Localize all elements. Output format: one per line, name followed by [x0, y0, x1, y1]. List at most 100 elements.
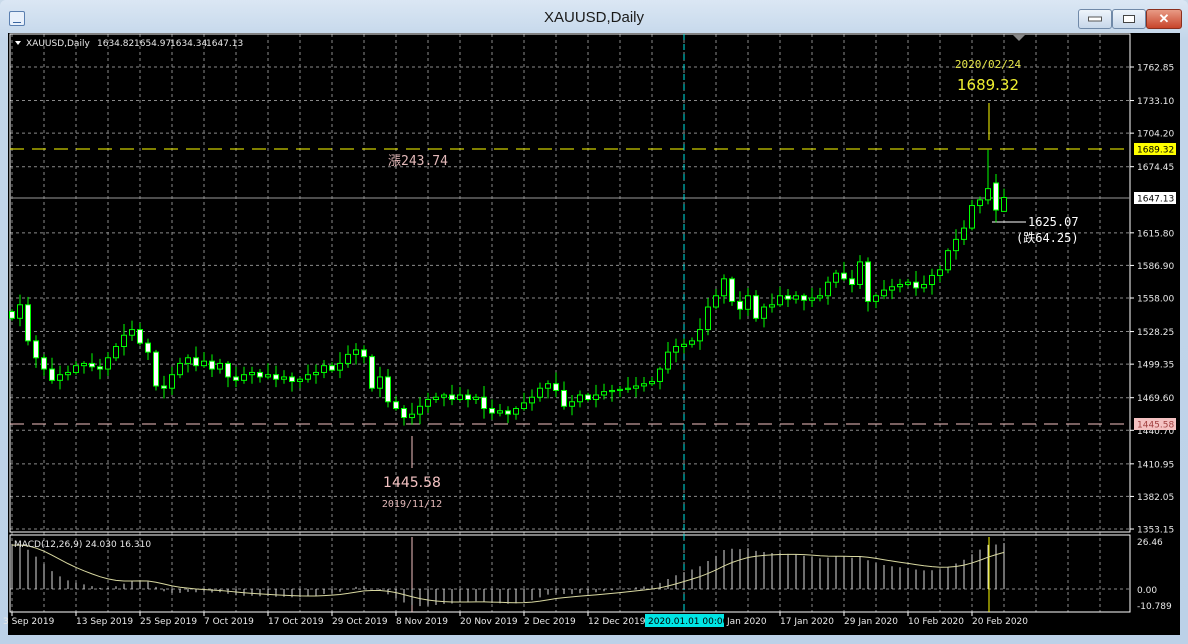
candle-body-bull — [825, 281, 831, 297]
candle-body-bull — [881, 289, 887, 297]
rise-label: 漲243.74 — [388, 154, 448, 169]
candle[interactable] — [729, 276, 735, 306]
candle-body-bull — [793, 295, 799, 300]
price-tick-label: 1410.95 — [1137, 460, 1174, 470]
date-tick-label: 25 Sep 2019 — [140, 617, 197, 627]
candle-body-bull — [1001, 196, 1007, 212]
candle[interactable] — [945, 248, 951, 274]
candle-body-bull — [249, 371, 255, 376]
candle-body-bull — [649, 380, 655, 385]
candle-body-bear — [401, 408, 407, 419]
candle-body-bull — [337, 362, 343, 371]
candle-body-bull — [593, 394, 599, 401]
candle-body-bull — [617, 388, 623, 391]
candle-body-bull — [201, 360, 207, 367]
candle-body-bear — [161, 385, 167, 389]
candle-body-bull — [873, 295, 879, 302]
chart-canvas[interactable]: XAUUSD,Daily 1634.82 1654.97 1634.34 164… — [0, 0, 1188, 644]
candle-body-bear — [801, 295, 807, 301]
candle[interactable] — [153, 349, 159, 391]
price-tick-label: 1586.90 — [1137, 262, 1174, 272]
candle-body-bull — [457, 394, 463, 401]
candle-body-bear — [849, 278, 855, 285]
candle-body-bull — [777, 295, 783, 306]
candle-body-bull — [897, 283, 903, 288]
candle-body-bull — [761, 306, 767, 319]
price-tick-label: 1762.85 — [1137, 64, 1174, 74]
candle-body-bear — [393, 401, 399, 410]
candle-body-bear — [753, 295, 759, 319]
candle-body-bear — [49, 368, 55, 381]
candle-body-bear — [137, 329, 143, 344]
candle-body-bear — [785, 295, 791, 300]
date-tick-label: 17 Oct 2019 — [268, 617, 324, 627]
candle-body-bull — [681, 343, 687, 348]
candle-body-bear — [97, 366, 103, 370]
candle-body-bear — [385, 376, 391, 403]
candle-body-bear — [225, 362, 231, 378]
candle-body-bull — [305, 374, 311, 380]
date-tick-label: 2 Dec 2019 — [524, 617, 576, 627]
candle-body-bull — [625, 387, 631, 390]
crosshair-date-text: 2020.01.01 00:00 — [648, 617, 729, 627]
candle-body-bull — [113, 346, 119, 359]
candle-body-bull — [537, 387, 543, 398]
price-tick-label: 1382.05 — [1137, 493, 1174, 503]
symbol-label: XAUUSD,Daily — [26, 39, 90, 49]
high-value-label: 1689.32 — [957, 76, 1019, 94]
candle-body-bull — [425, 399, 431, 407]
candle-body-bull — [81, 362, 87, 367]
candle-body-bear — [145, 342, 151, 353]
candle-body-bear — [153, 351, 159, 387]
candle-body-bull — [217, 362, 223, 370]
current-price-tag-text: 1647.13 — [1137, 195, 1174, 205]
date-tick-label: 10 Feb 2020 — [908, 617, 964, 627]
candle-body-bull — [497, 410, 503, 414]
candle-body-bear — [289, 376, 295, 382]
candle-body-bear — [273, 374, 279, 380]
candle-body-bull — [105, 357, 111, 370]
candle-body-bull — [961, 227, 967, 240]
candle-body-bear — [481, 396, 487, 410]
candle-body-bull — [345, 353, 351, 364]
price-tick-label: 1499.35 — [1137, 361, 1174, 371]
candle-body-bull — [129, 329, 135, 336]
candle-body-bull — [697, 329, 703, 342]
candle-body-bear — [41, 357, 47, 370]
candle-body-bear — [913, 281, 919, 289]
candle-body-bull — [921, 283, 927, 289]
candle-body-bear — [585, 394, 591, 401]
candle-body-bull — [241, 374, 247, 381]
ohlc-high: 1654.97 — [134, 39, 171, 49]
candle-body-bull — [353, 349, 359, 355]
candle-body-bull — [409, 413, 415, 419]
macd-axis-bottom: -10.789 — [1137, 602, 1172, 612]
candle-body-bull — [633, 385, 639, 389]
price-tick-label: 1353.15 — [1137, 526, 1174, 536]
candle-body-bear — [729, 278, 735, 302]
high-date-label: 2020/02/24 — [955, 58, 1022, 71]
candle-body-bull — [321, 365, 327, 373]
candle[interactable] — [369, 354, 375, 392]
price-axis[interactable]: 1762.85 1733.10 1704.20 1674.45 1615.80 1586.… — [1130, 64, 1176, 536]
candle-body-bull — [689, 340, 695, 345]
candle-body-bull — [769, 304, 775, 308]
candle-body-bull — [441, 394, 447, 398]
candle-body-bull — [705, 306, 711, 331]
ohlc-low: 1634.34 — [170, 39, 207, 49]
pullback-label: (跌64.25) — [1016, 230, 1079, 245]
candle-body-bear — [233, 376, 239, 381]
candle-body-bull — [17, 304, 23, 319]
candle-body-bull — [281, 376, 287, 380]
candle-body-bull — [569, 401, 575, 407]
price-tick-label: 1733.10 — [1137, 97, 1174, 107]
candle-body-bear — [25, 304, 31, 342]
date-tick-label: 29 Oct 2019 — [332, 617, 388, 627]
candle-body-bull — [177, 362, 183, 376]
candle-body-bull — [905, 281, 911, 285]
candle-body-bull — [297, 378, 303, 382]
candle-body-bull — [945, 250, 951, 271]
pullback-value-label: 1625.07 — [1028, 215, 1079, 229]
candle-body-bull — [809, 297, 815, 301]
price-tick-label: 1674.45 — [1137, 163, 1174, 173]
